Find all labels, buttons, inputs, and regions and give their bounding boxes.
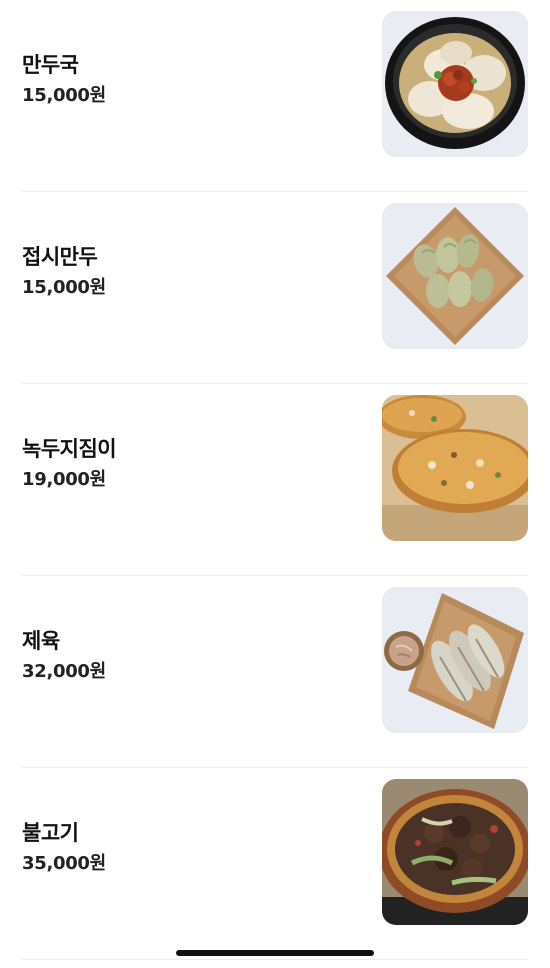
menu-item-text: 접시만두 15,000원 xyxy=(22,242,106,302)
menu-item-text: 녹두지짐이 19,000원 xyxy=(22,434,117,494)
bulgogi-hotpot-image[interactable] xyxy=(382,779,528,925)
menu-list: 만두국 15,000원 접시만두 15,000원 녹두지짐이 19,000원 제… xyxy=(0,0,550,960)
menu-item-name: 불고기 xyxy=(22,821,79,845)
menu-item-text: 만두국 15,000원 xyxy=(22,50,106,110)
menu-item-text: 불고기 35,000원 xyxy=(22,818,106,878)
menu-item-sliced-pork[interactable]: 제육 32,000원 xyxy=(0,576,550,768)
menu-item-name: 만두국 xyxy=(22,53,79,77)
dumpling-soup-image[interactable] xyxy=(382,11,528,157)
divider xyxy=(22,959,528,960)
plate-dumplings-illustration xyxy=(382,203,528,349)
menu-item-bulgogi[interactable]: 불고기 35,000원 xyxy=(0,768,550,960)
menu-item-price: 15,000원 xyxy=(22,85,106,106)
plate-dumplings-image[interactable] xyxy=(382,203,528,349)
dumpling-soup-illustration xyxy=(382,11,528,157)
mung-bean-pancake-illustration xyxy=(382,395,528,541)
menu-item-price: 15,000원 xyxy=(22,277,106,298)
menu-item-plate-dumplings[interactable]: 접시만두 15,000원 xyxy=(0,192,550,384)
mung-bean-pancake-image[interactable] xyxy=(382,395,528,541)
menu-item-price: 35,000원 xyxy=(22,853,106,874)
sliced-pork-image[interactable] xyxy=(382,587,528,733)
menu-item-price: 19,000원 xyxy=(22,469,106,490)
home-indicator[interactable] xyxy=(176,950,374,956)
bulgogi-hotpot-illustration xyxy=(382,779,528,925)
menu-item-mung-bean-pancake[interactable]: 녹두지짐이 19,000원 xyxy=(0,384,550,576)
menu-item-dumpling-soup[interactable]: 만두국 15,000원 xyxy=(0,0,550,192)
menu-item-name: 녹두지짐이 xyxy=(22,437,117,461)
sliced-pork-illustration xyxy=(382,587,528,733)
menu-item-name: 제육 xyxy=(22,629,60,653)
menu-item-text: 제육 32,000원 xyxy=(22,626,106,686)
menu-item-name: 접시만두 xyxy=(22,245,98,269)
menu-item-price: 32,000원 xyxy=(22,661,106,682)
